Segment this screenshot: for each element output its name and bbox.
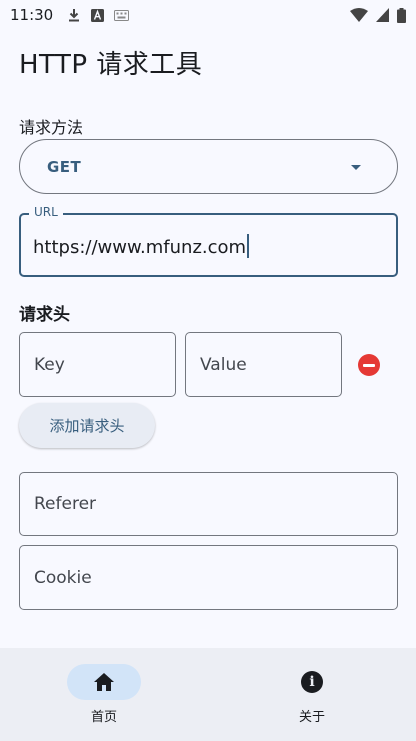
battery-icon <box>397 7 406 23</box>
cookie-input[interactable]: Cookie <box>19 545 398 610</box>
dropdown-arrow-icon <box>351 165 361 170</box>
keyboard-icon <box>114 9 130 21</box>
info-icon: i <box>301 671 323 693</box>
header-key-input[interactable]: Key <box>19 332 176 397</box>
method-value: GET <box>47 157 82 176</box>
nav-home[interactable]: 首页 <box>44 664 164 725</box>
status-bar: 11:30 <box>0 0 416 30</box>
cookie-placeholder: Cookie <box>34 567 92 588</box>
header-value-placeholder: Value <box>200 354 247 375</box>
method-dropdown[interactable]: GET <box>19 139 398 194</box>
headers-title: 请求头 <box>19 305 70 325</box>
a-letter-icon <box>91 8 105 22</box>
header-key-placeholder: Key <box>34 354 65 375</box>
url-value: https://www.mfunz.com <box>33 237 247 258</box>
header-value-input[interactable]: Value <box>185 332 342 397</box>
page-title: HTTP 请求工具 <box>19 50 203 80</box>
url-input[interactable]: URL https://www.mfunz.com <box>19 205 398 277</box>
download-icon <box>69 9 80 22</box>
home-icon <box>94 673 114 691</box>
nav-home-label: 首页 <box>90 710 117 725</box>
nav-home-indicator <box>67 664 141 700</box>
status-time: 11:30 <box>10 6 54 24</box>
nav-about-label: 关于 <box>298 710 325 725</box>
bottom-navigation: 首页 i 关于 <box>0 648 416 741</box>
remove-header-button[interactable] <box>358 354 380 376</box>
minus-icon <box>363 363 375 367</box>
add-header-button[interactable]: 添加请求头 <box>19 403 155 448</box>
method-label: 请求方法 <box>19 118 84 137</box>
wifi-icon <box>350 7 368 22</box>
nav-about[interactable]: i 关于 <box>252 664 372 725</box>
referer-placeholder: Referer <box>34 494 97 514</box>
signal-icon <box>376 8 389 22</box>
url-label: URL <box>29 205 63 219</box>
text-cursor <box>247 234 250 258</box>
referer-input[interactable]: Referer <box>19 472 398 536</box>
